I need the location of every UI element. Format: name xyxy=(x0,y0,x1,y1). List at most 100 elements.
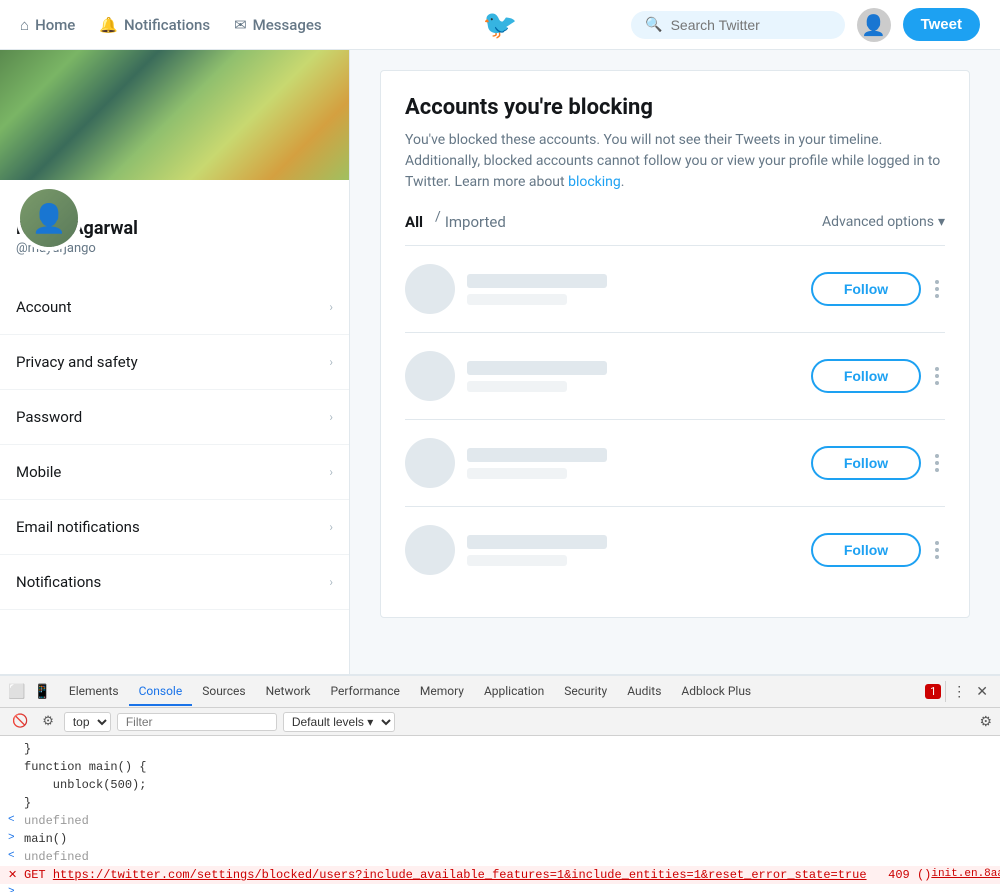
blocked-avatar xyxy=(405,525,455,575)
devtools-tab-performance[interactable]: Performance xyxy=(320,678,409,706)
avatar[interactable]: 👤 xyxy=(857,8,891,42)
devtools-corner-buttons: ⋮ ✕ xyxy=(945,681,994,702)
error-url-link[interactable]: https://twitter.com/settings/blocked/use… xyxy=(53,868,867,882)
page-title: Accounts you're blocking xyxy=(405,95,945,120)
tab-imported[interactable]: Imported xyxy=(445,209,506,235)
sidebar-item-label: Account xyxy=(16,298,72,316)
nav-home[interactable]: ⌂ Home xyxy=(20,16,75,34)
blocked-item: Follow xyxy=(405,420,945,507)
more-options-button[interactable] xyxy=(929,537,945,563)
tab-all[interactable]: All xyxy=(405,209,423,235)
console-prompt-line[interactable]: > xyxy=(0,884,1000,892)
twitter-logo: 🐦 xyxy=(483,8,518,41)
follow-button[interactable]: Follow xyxy=(811,446,921,480)
console-line: unblock(500); xyxy=(0,776,1000,794)
dot-icon xyxy=(935,294,939,298)
tweet-button[interactable]: Tweet xyxy=(903,8,980,41)
console-error-line: ✕ GET https://twitter.com/settings/block… xyxy=(0,866,1000,884)
dot-icon xyxy=(935,454,939,458)
tabs-left: All / Imported xyxy=(405,209,514,235)
dot-icon xyxy=(935,280,939,284)
sidebar-item-label: Notifications xyxy=(16,573,101,591)
console-settings-icon[interactable]: ⚙ xyxy=(979,714,992,730)
dot-icon xyxy=(935,548,939,552)
blocked-actions: Follow xyxy=(811,533,945,567)
more-options-button[interactable] xyxy=(929,276,945,302)
devtools-tab-console[interactable]: Console xyxy=(129,678,193,706)
sidebar-item-mobile[interactable]: Mobile › xyxy=(0,445,349,500)
console-filter-input[interactable] xyxy=(117,713,277,731)
console-line: > main() xyxy=(0,830,1000,848)
nav-right: 🔍 👤 Tweet xyxy=(631,8,980,42)
blocked-name xyxy=(467,274,607,288)
blocked-avatar xyxy=(405,351,455,401)
error-source-link[interactable]: init.en.8aa0e90….is:14 xyxy=(931,868,1000,880)
chevron-right-icon: › xyxy=(329,465,333,479)
error-count-badge: 1 xyxy=(925,684,941,699)
sidebar-item-account[interactable]: Account › xyxy=(0,280,349,335)
search-icon: 🔍 xyxy=(645,17,662,33)
nav-notifications[interactable]: 🔔 Notifications xyxy=(99,16,210,34)
sidebar-item-label: Password xyxy=(16,408,82,426)
devtools-panel: ⬜ 📱 Elements Console Sources Network Per… xyxy=(0,674,1000,892)
blocked-actions: Follow xyxy=(811,272,945,306)
blocked-handle xyxy=(467,555,567,566)
search-box[interactable]: 🔍 xyxy=(631,11,844,39)
devtools-right-icons: 1 ⋮ ✕ xyxy=(925,681,994,702)
chevron-right-icon: › xyxy=(329,410,333,424)
blocked-item: Follow xyxy=(405,333,945,420)
level-select[interactable]: Default levels ▾ xyxy=(283,712,395,732)
follow-button[interactable]: Follow xyxy=(811,533,921,567)
console-line: function main() { xyxy=(0,758,1000,776)
blocked-actions: Follow xyxy=(811,446,945,480)
devtools-tab-audits[interactable]: Audits xyxy=(617,678,671,706)
chevron-right-icon: › xyxy=(329,575,333,589)
sidebar-item-email-notifications[interactable]: Email notifications › xyxy=(0,500,349,555)
search-input[interactable] xyxy=(671,17,831,33)
blocked-info xyxy=(467,535,811,566)
chevron-right-icon: › xyxy=(329,355,333,369)
blocked-handle xyxy=(467,294,567,305)
sidebar-item-privacy[interactable]: Privacy and safety › xyxy=(0,335,349,390)
devtools-tab-memory[interactable]: Memory xyxy=(410,678,474,706)
sidebar: 👤 Mayur Agarwal @mayurjango Account › Pr… xyxy=(0,50,350,674)
devtools-tab-security[interactable]: Security xyxy=(554,678,617,706)
blocking-panel: Accounts you're blocking You've blocked … xyxy=(380,70,970,618)
cover-image xyxy=(0,50,349,180)
context-select[interactable]: top xyxy=(64,712,111,732)
more-options-button[interactable] xyxy=(929,450,945,476)
dot-icon xyxy=(935,367,939,371)
devtools-device-icon[interactable]: 📱 xyxy=(31,681,52,702)
console-line: } xyxy=(0,794,1000,812)
devtools-inspect-icon[interactable]: ⬜ xyxy=(6,681,27,702)
console-output: } function main() { unblock(500); } < un… xyxy=(0,736,1000,892)
devtools-tab-elements[interactable]: Elements xyxy=(59,678,129,706)
dot-icon xyxy=(935,468,939,472)
sidebar-item-label: Privacy and safety xyxy=(16,353,138,371)
devtools-tab-application[interactable]: Application xyxy=(474,678,554,706)
nav-home-label: Home xyxy=(35,16,75,34)
devtools-more-button[interactable]: ⋮ xyxy=(950,681,968,702)
chevron-right-icon: › xyxy=(329,300,333,314)
top-navigation: ⌂ Home 🔔 Notifications ✉ Messages 🐦 🔍 👤 … xyxy=(0,0,1000,50)
devtools-tab-adblock[interactable]: Adblock Plus xyxy=(671,678,761,706)
console-filter-icon[interactable]: ⚙ xyxy=(38,712,58,731)
console-line: < undefined xyxy=(0,848,1000,866)
sidebar-menu: Account › Privacy and safety › Password … xyxy=(0,280,349,610)
more-options-button[interactable] xyxy=(929,363,945,389)
blocking-link[interactable]: blocking xyxy=(568,174,621,190)
blocked-actions: Follow xyxy=(811,359,945,393)
devtools-tab-network[interactable]: Network xyxy=(256,678,321,706)
console-clear-icon[interactable]: 🚫 xyxy=(8,712,32,731)
nav-messages[interactable]: ✉ Messages xyxy=(234,16,322,34)
nav-notifications-label: Notifications xyxy=(124,16,210,34)
devtools-close-button[interactable]: ✕ xyxy=(974,681,990,702)
follow-button[interactable]: Follow xyxy=(811,272,921,306)
sidebar-item-notifications[interactable]: Notifications › xyxy=(0,555,349,610)
advanced-options-button[interactable]: Advanced options ▾ xyxy=(822,214,945,230)
follow-button[interactable]: Follow xyxy=(811,359,921,393)
devtools-tab-sources[interactable]: Sources xyxy=(192,678,255,706)
blocked-accounts-list: Follow xyxy=(405,246,945,593)
sidebar-item-password[interactable]: Password › xyxy=(0,390,349,445)
sidebar-item-label: Mobile xyxy=(16,463,61,481)
